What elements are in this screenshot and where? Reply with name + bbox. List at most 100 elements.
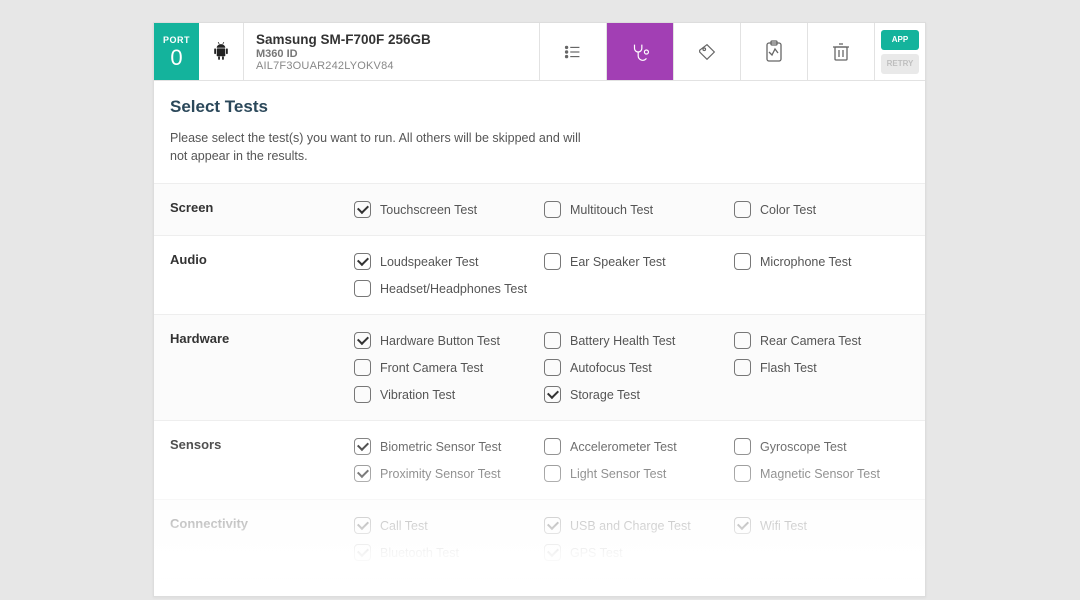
test-item[interactable]: Flash Test [734,354,924,381]
test-checkbox[interactable] [544,332,561,349]
page-title: Select Tests [170,97,909,117]
group-label: Connectivity [154,512,354,566]
trash-icon [831,41,851,63]
test-item[interactable]: Touchscreen Test [354,196,544,223]
test-checkbox[interactable] [544,517,561,534]
port-label: PORT [163,35,190,45]
test-checkbox[interactable] [734,438,751,455]
test-item[interactable]: Bluetooth Test [354,539,544,566]
test-label: Front Camera Test [380,361,483,375]
test-label: Storage Test [570,388,640,402]
device-panel: PORT 0 Samsung SM-F700F 256GB M360 ID [153,22,926,597]
test-item[interactable]: Biometric Sensor Test [354,433,544,460]
test-item[interactable]: Magnetic Sensor Test [734,460,924,487]
test-checkbox[interactable] [354,465,371,482]
test-checkbox[interactable] [544,253,561,270]
test-label: Autofocus Test [570,361,652,375]
port-block: PORT 0 [154,23,199,80]
test-item[interactable]: Vibration Test [354,381,544,408]
test-item[interactable]: Storage Test [544,381,734,408]
test-item[interactable]: Call Test [354,512,544,539]
test-checkbox[interactable] [544,465,561,482]
test-checkbox[interactable] [354,201,371,218]
test-checkbox[interactable] [354,332,371,349]
test-label: Multitouch Test [570,203,653,217]
test-checkbox[interactable] [544,438,561,455]
group-label: Audio [154,248,354,302]
test-checkbox[interactable] [734,517,751,534]
test-item[interactable]: Wifi Test [734,512,924,539]
test-label: Ear Speaker Test [570,255,666,269]
app-button[interactable]: APP [881,30,919,50]
test-checkbox[interactable] [734,332,751,349]
delete-button[interactable] [808,23,875,80]
group-items: Loudspeaker Test Ear Speaker Test Micropho… [354,248,925,302]
test-item[interactable]: Proximity Sensor Test [354,460,544,487]
test-groups: ScreenTouchscreen TestMultitouch TestCol… [154,184,925,579]
test-item[interactable]: Autofocus Test [544,354,734,381]
test-item[interactable]: Color Test [734,196,924,223]
test-group: ScreenTouchscreen TestMultitouch TestCol… [154,184,925,236]
retry-button[interactable]: RETRY [881,54,919,74]
test-checkbox[interactable] [734,253,751,270]
test-item[interactable]: Accelerometer Test [544,433,734,460]
test-label: Hardware Button Test [380,334,500,348]
test-item[interactable]: Rear Camera Test [734,327,924,354]
test-checkbox[interactable] [354,280,371,297]
test-checkbox[interactable] [734,359,751,376]
test-item[interactable]: Ear Speaker Test [544,248,734,275]
test-checkbox[interactable] [544,359,561,376]
test-label: Light Sensor Test [570,467,666,481]
test-group: SensorsBiometric Sensor TestAcceleromete… [154,421,925,500]
test-item[interactable]: Front Camera Test [354,354,544,381]
test-checkbox[interactable] [544,386,561,403]
test-label: Gyroscope Test [760,440,847,454]
device-title: Samsung SM-F700F 256GB [256,32,527,47]
test-item[interactable]: Microphone Test [734,248,924,275]
test-checkbox[interactable] [354,386,371,403]
group-items: Touchscreen Test Multitouch Test Color Tes… [354,196,925,223]
test-label: Vibration Test [380,388,455,402]
android-icon [212,42,230,62]
test-checkbox[interactable] [734,465,751,482]
test-checkbox[interactable] [544,544,561,561]
test-item[interactable]: GPS Test [544,539,734,566]
test-item[interactable]: Light Sensor Test [544,460,734,487]
list-button[interactable] [540,23,607,80]
tag-icon [696,41,718,63]
report-button[interactable] [741,23,808,80]
stethoscope-icon [629,41,651,63]
group-items: Hardware Button Test Battery Health Test R… [354,327,925,408]
test-item[interactable]: USB and Charge Test [544,512,734,539]
test-label: Headset/Headphones Test [380,282,527,296]
test-checkbox[interactable] [354,253,371,270]
test-item[interactable]: Hardware Button Test [354,327,544,354]
test-group: AudioLoudspeaker Test Ear Speaker Test Mic… [154,236,925,315]
list-icon [562,41,584,63]
test-label: USB and Charge Test [570,519,691,533]
test-label: Microphone Test [760,255,852,269]
test-item[interactable]: Loudspeaker Test [354,248,544,275]
test-checkbox[interactable] [734,201,751,218]
side-buttons: APP RETRY [875,23,925,80]
test-label: Rear Camera Test [760,334,861,348]
test-label: Flash Test [760,361,817,375]
test-item[interactable]: Gyroscope Test [734,433,924,460]
test-label: Call Test [380,519,428,533]
test-checkbox[interactable] [354,359,371,376]
android-icon-block [199,23,244,80]
diagnostics-button[interactable] [607,23,674,80]
test-item[interactable]: Multitouch Test [544,196,734,223]
test-label: Color Test [760,203,816,217]
test-checkbox[interactable] [354,544,371,561]
test-group: HardwareHardware Button TestBattery Heal… [154,315,925,421]
test-checkbox[interactable] [354,517,371,534]
test-checkbox[interactable] [544,201,561,218]
test-item[interactable]: Headset/Headphones Test [354,275,544,302]
test-label: Biometric Sensor Test [380,440,501,454]
test-checkbox[interactable] [354,438,371,455]
tag-button[interactable] [674,23,741,80]
test-group: Connectivity Call Test USB and Charge Test… [154,500,925,579]
test-item[interactable]: Battery Health Test [544,327,734,354]
test-label: Accelerometer Test [570,440,677,454]
